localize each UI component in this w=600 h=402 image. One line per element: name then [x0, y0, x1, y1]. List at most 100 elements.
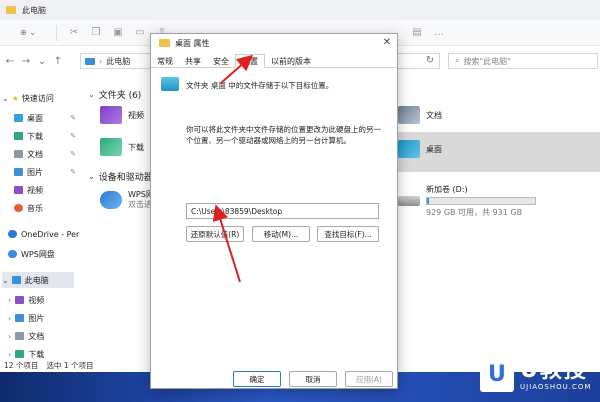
- nav-item-music[interactable]: 音乐: [14, 200, 43, 216]
- pin-icon: ✎: [70, 132, 76, 140]
- tab-general[interactable]: 常规: [151, 54, 179, 68]
- nav-item-desktop[interactable]: 桌面 ✎: [14, 110, 84, 126]
- paste-icon[interactable]: ▣: [107, 24, 129, 42]
- tab-security[interactable]: 安全: [207, 54, 235, 68]
- chevron-right-icon: ›: [8, 331, 12, 341]
- chevron-down-icon: ⌄: [88, 172, 95, 181]
- download-icon: [14, 132, 23, 140]
- folder-tile-desktop[interactable]: 桌面: [398, 140, 442, 158]
- nav-item-wps[interactable]: WPS网盘: [8, 246, 55, 262]
- chevron-right-icon: ›: [8, 313, 12, 323]
- nav-label: 视频: [28, 295, 45, 305]
- location-panel: 文件夹 桌面 中的文件存储于以下目标位置。 你可以将此文件夹中文件存储的位置更改…: [151, 69, 397, 359]
- folder-tile-documents[interactable]: 文档: [398, 106, 442, 124]
- cancel-button[interactable]: 取消: [289, 371, 337, 387]
- breadcrumb[interactable]: 此电脑: [106, 56, 130, 67]
- tab-previous-versions[interactable]: 以前的版本: [265, 54, 317, 68]
- chevron-down-icon: ⌄: [2, 93, 9, 103]
- view-icon[interactable]: ▤: [406, 24, 428, 42]
- desktop-icon: [14, 114, 23, 122]
- nav-item-pc-pictures[interactable]: › 图片: [8, 310, 44, 326]
- nav-label: 音乐: [27, 203, 43, 213]
- forward-arrow-icon[interactable]: →: [18, 56, 34, 67]
- brand-text: U教授 UJIAOSHOU.COM: [520, 359, 591, 392]
- download-icon: [15, 350, 25, 358]
- document-icon: [14, 150, 23, 158]
- folders-group-header[interactable]: ⌄ 文件夹 (6): [88, 88, 141, 101]
- drive-info: 新加卷 (D:) 929 GB 可用，共 931 GB: [426, 184, 536, 218]
- tab-sharing[interactable]: 共享: [179, 54, 207, 68]
- refresh-icon[interactable]: ↻: [422, 55, 438, 66]
- folder-icon: [159, 39, 170, 47]
- picture-icon: [15, 314, 25, 322]
- drive-free-space: 929 GB 可用，共 931 GB: [426, 208, 523, 217]
- nav-quick-access[interactable]: ⌄ ★ 快速访问: [2, 90, 54, 106]
- item-count: 12 个项目: [4, 360, 39, 370]
- nav-item-pc-videos[interactable]: › 视频: [8, 292, 44, 308]
- nav-item-pictures[interactable]: 图片 ✎: [14, 164, 84, 180]
- group-label: 设备和驱动器: [98, 173, 153, 183]
- location-info-text: 文件夹 桌面 中的文件存储于以下目标位置。: [186, 81, 334, 90]
- rename-icon[interactable]: ▭: [129, 24, 151, 42]
- nav-item-pc-documents[interactable]: › 文档: [8, 328, 44, 344]
- devices-group-header[interactable]: ⌄ 设备和驱动器: [88, 170, 153, 183]
- search-placeholder: 搜索"此电脑": [463, 56, 511, 66]
- copy-icon[interactable]: ❐: [85, 24, 107, 42]
- nav-label: OneDrive - Per: [21, 229, 80, 239]
- breadcrumb-chevron-icon: ›: [99, 56, 103, 66]
- pin-icon: ✎: [70, 150, 76, 158]
- chevron-down-icon: ⌄: [2, 275, 9, 285]
- close-icon[interactable]: ✕: [383, 37, 391, 48]
- search-input[interactable]: ⌕ 搜索"此电脑": [448, 53, 598, 69]
- chevron-right-icon: ›: [8, 295, 12, 305]
- chevron-down-icon: ⌄: [88, 90, 95, 99]
- folder-icon: [6, 6, 16, 14]
- tile-label: 下载: [128, 142, 144, 152]
- pin-icon: ✎: [70, 168, 76, 176]
- move-button[interactable]: 移动(M)...: [252, 226, 310, 242]
- folder-tile-downloads[interactable]: 下载: [100, 138, 144, 156]
- more-icon[interactable]: …: [428, 24, 450, 42]
- tile-label: 桌面: [426, 144, 442, 154]
- nav-label: 文档: [28, 331, 45, 341]
- nav-label: 快速访问: [21, 93, 54, 103]
- nav-item-documents[interactable]: 文档 ✎: [14, 146, 84, 162]
- apply-button[interactable]: 应用(A): [345, 371, 393, 387]
- tile-label: 视频: [128, 110, 144, 120]
- cut-icon[interactable]: ✂: [63, 24, 85, 42]
- find-target-button[interactable]: 查找目标(F)...: [317, 226, 379, 242]
- nav-item-videos[interactable]: 视频: [14, 182, 43, 198]
- desktop-folder-icon: [398, 140, 420, 158]
- document-folder-icon: [398, 106, 420, 124]
- up-arrow-icon[interactable]: ↑: [50, 56, 66, 67]
- tab-location[interactable]: 位置: [235, 54, 265, 68]
- drive-name: 新加卷 (D:): [426, 185, 468, 194]
- new-button[interactable]: ⊕ ⌄: [6, 24, 50, 42]
- download-folder-icon: [100, 138, 122, 156]
- computer-icon: [85, 57, 95, 65]
- drive-tile-d[interactable]: 新加卷 (D:) 929 GB 可用，共 931 GB: [398, 184, 536, 218]
- folder-tile-videos[interactable]: 视频: [100, 106, 144, 124]
- back-arrow-icon[interactable]: ←: [2, 56, 18, 67]
- restore-default-button[interactable]: 还原默认值(R): [186, 226, 244, 242]
- location-description: 你可以将此文件夹中文件存储的位置更改为此硬盘上的另一个位置、另一个驱动器或网络上…: [186, 125, 381, 145]
- desktop-folder-icon: [161, 77, 179, 91]
- nav-label: 视频: [27, 185, 43, 195]
- location-path-field[interactable]: C:\Users\83859\Desktop: [186, 203, 379, 219]
- path-value: C:\Users\83859\Desktop: [191, 206, 283, 216]
- chevron-down-icon[interactable]: ⌄: [34, 56, 50, 67]
- nav-item-downloads[interactable]: 下载 ✎: [14, 128, 84, 144]
- music-icon: [14, 204, 23, 212]
- nav-label: WPS网盘: [21, 249, 55, 259]
- group-label: 文件夹 (6): [98, 91, 142, 101]
- pin-icon: ✎: [70, 114, 76, 122]
- tile-label: 文档: [426, 110, 442, 120]
- nav-item-onedrive[interactable]: OneDrive - Per: [8, 226, 79, 242]
- dialog-title: 桌面 属性: [175, 38, 210, 48]
- nav-item-this-pc[interactable]: ⌄ 此电脑: [2, 272, 74, 288]
- hard-drive-icon: [398, 196, 420, 206]
- nav-label: 下载: [27, 131, 43, 141]
- document-icon: [15, 332, 25, 340]
- wps-drive-tile[interactable]: WPS网 双击进: [100, 190, 154, 210]
- ok-button[interactable]: 确定: [233, 371, 281, 387]
